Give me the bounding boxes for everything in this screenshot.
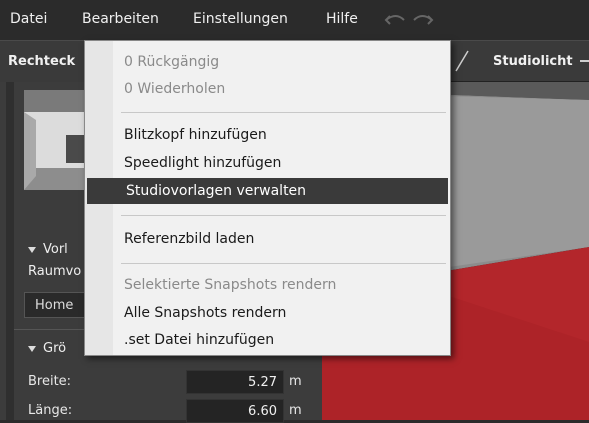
toolbar-right-label[interactable]: Studiolicht xyxy=(493,54,573,69)
menu-hilfe[interactable]: Hilfe xyxy=(326,11,358,27)
width-field[interactable]: 5.27 xyxy=(186,370,284,394)
menu-item-redo: 0 Wiederholen xyxy=(124,81,226,97)
length-label: Länge: xyxy=(28,403,73,418)
menu-item-undo: 0 Rückgängig xyxy=(124,54,220,70)
bearbeiten-dropdown-menu: 0 Rückgängig 0 Wiederholen Blitzkopf hin… xyxy=(84,40,451,356)
toolbar-dash xyxy=(580,60,589,62)
menu-einstellungen[interactable]: Einstellungen xyxy=(193,11,288,27)
toolbar-tab[interactable]: Rechteck xyxy=(0,41,84,82)
toolbar-left-label: Rechteck xyxy=(8,54,76,69)
menu-bearbeiten[interactable]: Bearbeiten xyxy=(82,11,159,27)
menu-separator xyxy=(121,112,446,113)
length-unit: m xyxy=(289,403,302,418)
caret-down-icon xyxy=(28,246,36,253)
section-size-label: Grö xyxy=(43,341,67,356)
section-size[interactable]: Grö xyxy=(28,341,66,356)
menu-item-add-flash-head[interactable]: Blitzkopf hinzufügen xyxy=(85,122,450,148)
length-field[interactable]: 6.60 xyxy=(186,399,284,423)
menu-item-load-reference-image[interactable]: Referenzbild laden xyxy=(85,226,450,252)
width-label: Breite: xyxy=(28,374,72,389)
section-presets[interactable]: Vorl xyxy=(28,242,68,257)
menu-separator xyxy=(121,263,446,264)
slash-divider-icon xyxy=(452,49,472,77)
section-presets-label: Vorl xyxy=(43,242,68,257)
room-label: Raumvo xyxy=(28,264,82,279)
menu-separator xyxy=(121,215,446,216)
left-scroll-strip[interactable] xyxy=(6,82,14,420)
undo-icon[interactable] xyxy=(384,11,406,31)
menubar: Datei Bearbeiten Einstellungen Hilfe xyxy=(0,0,589,40)
menu-item-manage-studio-templates[interactable]: Studiovorlagen verwalten xyxy=(87,178,448,204)
menu-item-add-speedlight[interactable]: Speedlight hinzufügen xyxy=(85,150,450,176)
menu-datei[interactable]: Datei xyxy=(10,11,47,27)
menu-item-render-all-snapshots[interactable]: Alle Snapshots rendern xyxy=(85,300,450,326)
menu-item-add-set-file[interactable]: .set Datei hinzufügen xyxy=(85,327,450,353)
redo-icon[interactable] xyxy=(412,11,434,31)
caret-down-icon xyxy=(28,345,36,352)
menu-item-render-selected-snapshots: Selektierte Snapshots rendern xyxy=(124,277,337,293)
width-unit: m xyxy=(289,374,302,389)
